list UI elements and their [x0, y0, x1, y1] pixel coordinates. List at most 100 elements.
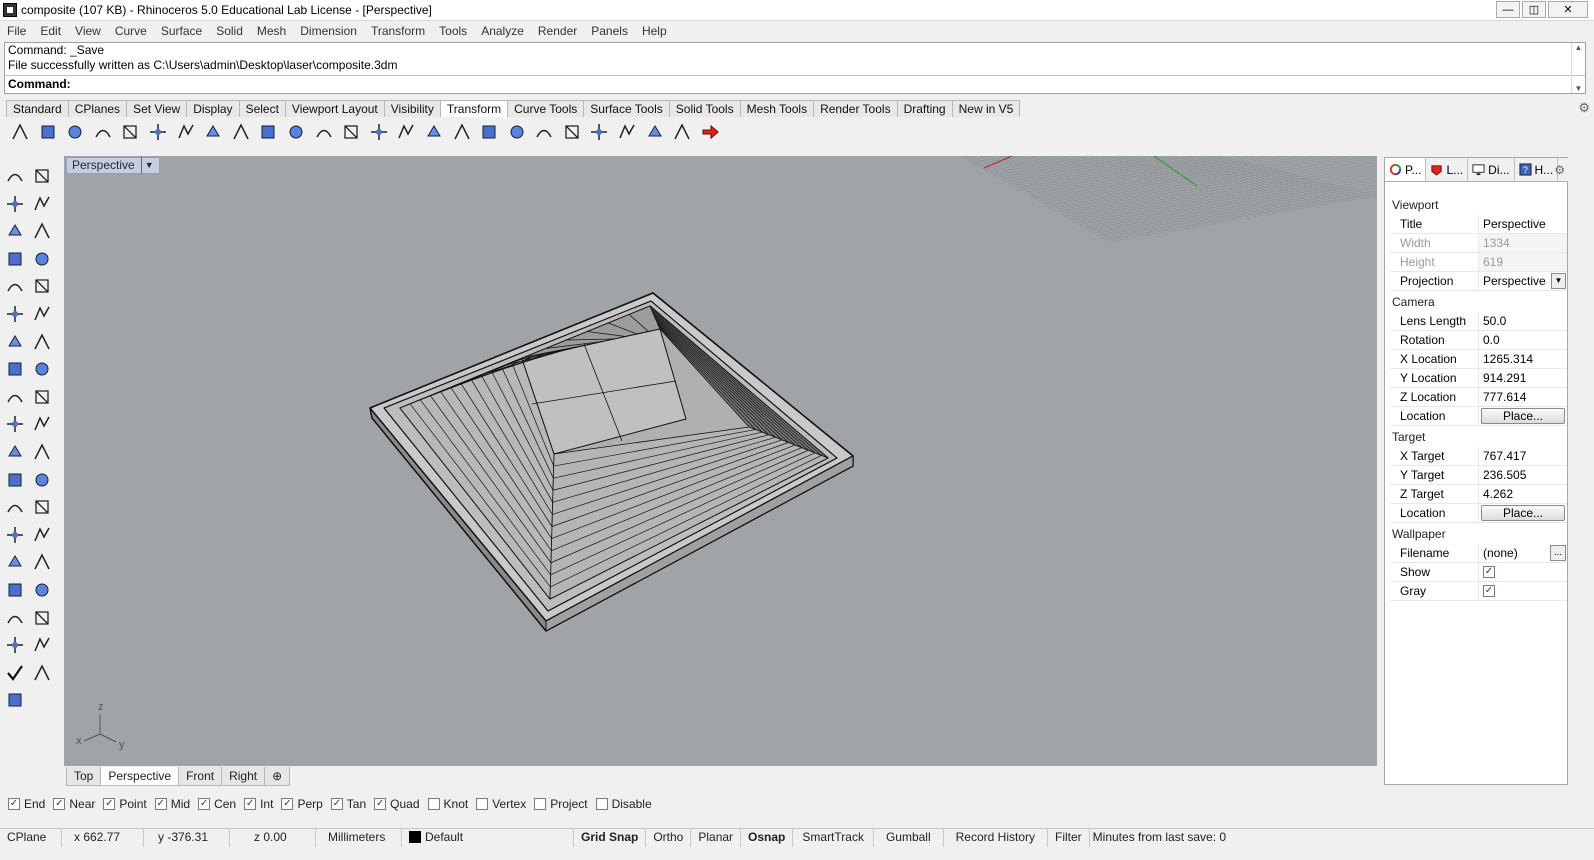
gray-wallpaper-checkbox[interactable]: ✓ [1483, 585, 1495, 597]
osnap-int[interactable]: ✓ Int [244, 797, 273, 811]
scale-1d-icon[interactable] [450, 120, 474, 144]
tab-mesh-tools[interactable]: Mesh Tools [739, 100, 815, 117]
polygon-star-icon[interactable] [30, 302, 54, 326]
minimize-button[interactable]: — [1496, 1, 1520, 18]
taper-curve-icon[interactable] [560, 120, 584, 144]
viewport-title[interactable]: Perspective ▼ [66, 157, 160, 174]
osnap-cen[interactable]: ✓ Cen [198, 797, 236, 811]
viewport-tab-front[interactable]: Front [178, 767, 223, 786]
tab-surface-tools[interactable]: Surface Tools [583, 100, 670, 117]
panel-tab-help[interactable]: ? H... [1515, 158, 1559, 181]
x-location-field[interactable]: 1265.314 [1479, 350, 1567, 368]
projection-select[interactable]: Perspective ▼ [1479, 272, 1567, 290]
fillet-curve-icon[interactable] [3, 330, 27, 354]
taper-icon[interactable] [284, 120, 308, 144]
status-ortho[interactable]: Ortho [646, 828, 692, 847]
grid-icon[interactable] [3, 606, 27, 630]
osnap-checkbox[interactable]: ✓ [154, 798, 167, 810]
menu-mesh[interactable]: Mesh [250, 24, 293, 38]
explode-icon[interactable] [3, 495, 27, 519]
status-grid-snap[interactable]: Grid Snap [574, 828, 647, 847]
panel-tab-layers[interactable]: L... [1426, 158, 1469, 181]
point-cloud-icon[interactable] [30, 192, 54, 216]
flow-icon[interactable] [477, 120, 501, 144]
tab-select[interactable]: Select [238, 100, 286, 117]
menu-file[interactable]: File [0, 24, 33, 38]
status-osnap[interactable]: Osnap [741, 828, 794, 847]
osnap-vertex[interactable]: Vertex [476, 797, 526, 811]
target-place-button[interactable]: Place... [1481, 505, 1565, 521]
orient-icon[interactable] [256, 120, 280, 144]
menu-tools[interactable]: Tools [432, 24, 474, 38]
status-planar[interactable]: Planar [691, 828, 742, 847]
scale-icon[interactable] [36, 120, 60, 144]
array-icon[interactable] [63, 120, 87, 144]
extend-icon[interactable] [30, 495, 54, 519]
viewport-tab-top[interactable]: Top [66, 767, 102, 786]
gear-tool-icon[interactable] [30, 412, 54, 436]
status-filter[interactable]: Filter [1048, 828, 1090, 847]
y-target-field[interactable]: 236.505 [1479, 466, 1567, 484]
group-icon[interactable] [30, 550, 54, 574]
osnap-checkbox[interactable]: ✓ [281, 798, 294, 810]
command-scrollbar[interactable]: ▲ ▼ [1571, 43, 1585, 93]
twist-surface-icon[interactable] [587, 120, 611, 144]
cylinder-icon[interactable] [30, 385, 54, 409]
osnap-checkbox[interactable]: ✓ [330, 798, 343, 810]
panel-tab-properties[interactable]: P... [1385, 158, 1427, 181]
cage-icon[interactable] [643, 120, 667, 144]
light-icon[interactable] [3, 688, 27, 712]
osnap-disable[interactable]: Disable [595, 797, 652, 811]
menu-edit[interactable]: Edit [33, 24, 68, 38]
y-location-field[interactable]: 914.291 [1479, 369, 1567, 387]
cage-edit-icon[interactable] [201, 120, 225, 144]
osnap-checkbox[interactable]: ✓ [198, 798, 211, 810]
tab-solid-tools[interactable]: Solid Tools [668, 100, 741, 117]
panel-tab-display[interactable]: Di... [1468, 158, 1515, 181]
viewport-menu-dropdown-icon[interactable]: ▼ [140, 157, 154, 174]
osnap-point[interactable]: ✓ Point [103, 797, 147, 811]
status-cplane[interactable]: CPlane [0, 828, 62, 847]
perspective-viewport[interactable]: z x y Perspective ▼ [64, 156, 1377, 766]
panel-gear-icon[interactable]: ⚙ [1554, 163, 1565, 177]
osnap-checkbox[interactable] [595, 798, 608, 810]
tab-display[interactable]: Display [186, 100, 240, 117]
tab-visibility[interactable]: Visibility [383, 100, 441, 117]
osnap-checkbox[interactable]: ✓ [244, 798, 257, 810]
z-location-field[interactable]: 777.614 [1479, 388, 1567, 406]
osnap-checkbox[interactable] [534, 798, 547, 810]
menu-view[interactable]: View [68, 24, 108, 38]
toolbar-gear-icon[interactable]: ⚙ [1578, 100, 1590, 116]
check-icon[interactable] [3, 661, 27, 685]
menu-dimension[interactable]: Dimension [293, 24, 364, 38]
align-icon[interactable] [146, 120, 170, 144]
sphere-icon[interactable] [3, 385, 27, 409]
menu-surface[interactable]: Surface [154, 24, 209, 38]
status-gumball[interactable]: Gumball [874, 828, 944, 847]
transform-icon[interactable] [3, 550, 27, 574]
arc-icon[interactable] [3, 247, 27, 271]
browse-file-button[interactable]: ... [1550, 545, 1566, 561]
text-icon[interactable] [30, 523, 54, 547]
splop-icon[interactable] [505, 120, 529, 144]
z-target-field[interactable]: 4.262 [1479, 485, 1567, 503]
split-icon[interactable] [3, 468, 27, 492]
circle-icon[interactable] [30, 247, 54, 271]
osnap-knot[interactable]: Knot [427, 797, 468, 811]
fillet-icon[interactable] [3, 523, 27, 547]
shear-icon[interactable] [174, 120, 198, 144]
tab-render-tools[interactable]: Render Tools [813, 100, 898, 117]
osnap-checkbox[interactable]: ✓ [8, 798, 20, 810]
osnap-checkbox[interactable]: ✓ [103, 798, 116, 810]
osnap-tan[interactable]: ✓ Tan [330, 797, 366, 811]
tab-transform[interactable]: Transform [439, 100, 509, 117]
tab-set-view[interactable]: Set View [126, 100, 188, 117]
camera-place-button[interactable]: Place... [1481, 408, 1565, 424]
lens-length-field[interactable]: 50.0 [1479, 312, 1567, 330]
osnap-perp[interactable]: ✓ Perp [281, 797, 323, 811]
mirror-icon[interactable] [91, 120, 115, 144]
control-points-icon[interactable] [670, 120, 694, 144]
status-record-history[interactable]: Record History [944, 828, 1048, 847]
osnap-checkbox[interactable]: ✓ [53, 798, 66, 810]
mesh-plane-icon[interactable] [3, 412, 27, 436]
